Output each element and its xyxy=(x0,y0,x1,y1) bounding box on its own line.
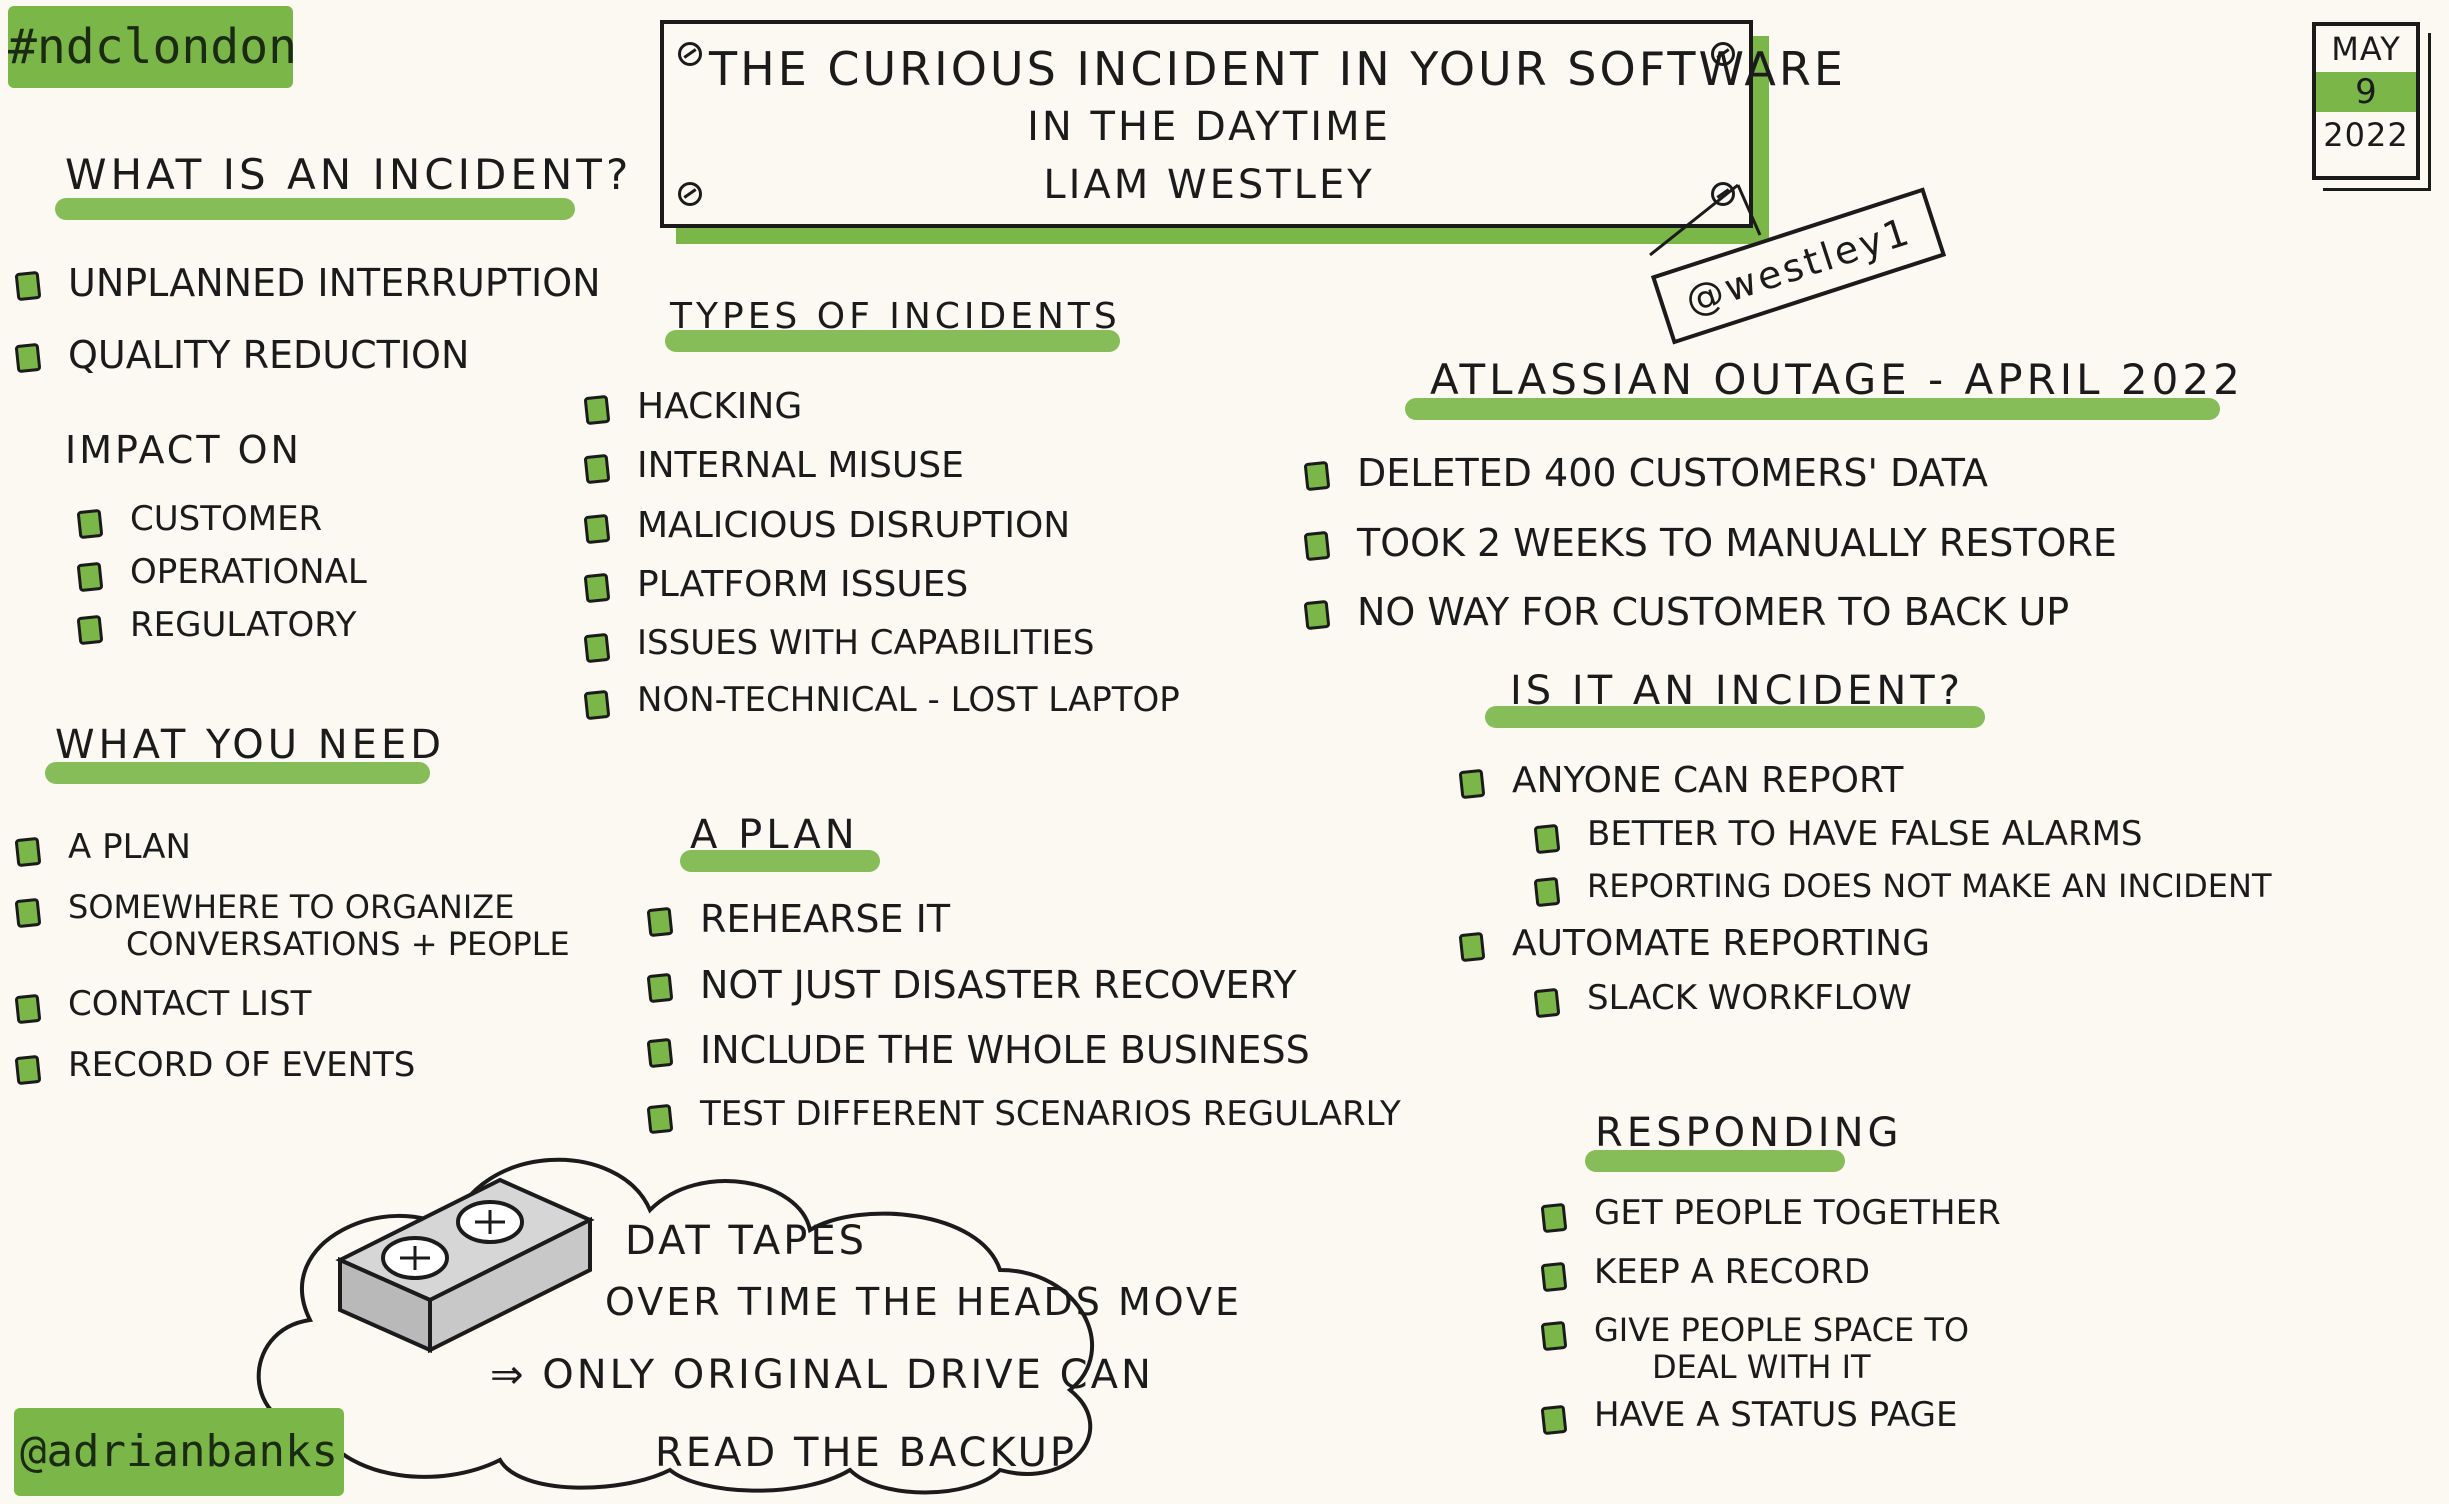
bullet-icon xyxy=(14,342,42,373)
bullet-icon xyxy=(583,572,611,604)
list-responding: GET PEOPLE TOGETHER KEEP A RECORD GIVE P… xyxy=(1540,1193,2001,1435)
bullet-icon xyxy=(583,689,611,720)
bullet-icon xyxy=(1540,1202,1568,1234)
heading-types-of-incidents: TYPES OF INCIDENTS xyxy=(670,296,1121,337)
date-month: MAY xyxy=(2331,30,2401,68)
heading-what-is-incident: WHAT IS AN INCIDENT? xyxy=(65,150,633,199)
bullet-icon xyxy=(1303,530,1331,561)
screw-icon xyxy=(678,42,702,66)
list-item: RECORD OF EVENTS xyxy=(14,1045,570,1085)
list-impact: CUSTOMER OPERATIONAL REGULATORY xyxy=(76,499,367,646)
bullet-icon xyxy=(583,454,611,485)
bullet-icon xyxy=(646,906,674,938)
speaker-name: LIAM WESTLEY xyxy=(1043,162,1375,208)
list-item: HAVE A STATUS PAGE xyxy=(1540,1395,2001,1435)
list-item: ANYONE CAN REPORT xyxy=(1458,760,2271,801)
list-item: BETTER TO HAVE FALSE ALARMS xyxy=(1533,815,2271,855)
heading-what-you-need: WHAT YOU NEED xyxy=(55,722,446,768)
dat-tapes-line3: ⇒ ONLY ORIGINAL DRIVE CAN xyxy=(490,1352,1154,1398)
list-item: REHEARSE IT xyxy=(646,897,1401,942)
list-item: SOMEWHERE TO ORGANIZE xyxy=(14,889,570,929)
list-item: CONTACT LIST xyxy=(14,984,570,1024)
list-item: DELETED 400 CUSTOMERS' DATA xyxy=(1303,451,2117,496)
heading-is-it-incident: IS IT AN INCIDENT? xyxy=(1510,668,1964,714)
list-item: GET PEOPLE TOGETHER xyxy=(1540,1193,2001,1234)
list-item: INCLUDE THE WHOLE BUSINESS xyxy=(646,1029,1401,1073)
list-item: REGULATORY xyxy=(76,606,367,646)
heading-highlight xyxy=(55,198,575,220)
bullet-icon xyxy=(1303,600,1331,631)
list-item: OPERATIONAL xyxy=(76,553,367,593)
list-item: TOOK 2 WEEKS TO MANUALLY RESTORE xyxy=(1303,521,2117,566)
heading-responding: RESPONDING xyxy=(1595,1110,1903,1156)
title-box: THE CURIOUS INCIDENT IN YOUR SOFTWARE IN… xyxy=(660,20,1846,228)
date-day: 9 xyxy=(2316,72,2416,112)
talk-title-line2: IN THE DAYTIME xyxy=(1027,104,1391,150)
bullet-icon xyxy=(1540,1321,1568,1352)
bullet-icon xyxy=(1533,987,1561,1018)
list-item: REPORTING DOES NOT MAKE AN INCIDENT xyxy=(1533,868,2271,908)
bullet-icon xyxy=(1533,877,1561,908)
list-item: INTERNAL MISUSE xyxy=(583,445,1180,486)
bullet-icon xyxy=(646,972,674,1003)
dat-tapes-line4: READ THE BACKUP xyxy=(655,1430,1078,1476)
heading-atlassian-outage: ATLASSIAN OUTAGE - APRIL 2022 xyxy=(1430,355,2244,404)
list-what-you-need: A PLAN SOMEWHERE TO ORGANIZE CONVERSATIO… xyxy=(14,827,570,1085)
bullet-icon xyxy=(14,993,42,1024)
list-atlassian: DELETED 400 CUSTOMERS' DATA TOOK 2 WEEKS… xyxy=(1303,451,2117,635)
list-item: NOT JUST DISASTER RECOVERY xyxy=(646,963,1401,1008)
list-item: DEAL WITH IT xyxy=(1652,1347,1871,1386)
bullet-icon xyxy=(76,508,104,540)
bullet-icon xyxy=(1533,824,1561,855)
list-item: UNPLANNED INTERRUPTION xyxy=(14,261,601,306)
date-year: 2022 xyxy=(2323,116,2409,154)
bullet-icon xyxy=(1303,460,1331,492)
list-item: NON-TECHNICAL - LOST LAPTOP xyxy=(583,680,1180,720)
impact-label: IMPACT ON xyxy=(65,428,302,472)
list-a-plan: REHEARSE IT NOT JUST DISASTER RECOVERY I… xyxy=(646,897,1401,1135)
bullet-icon xyxy=(646,1038,674,1069)
bullet-icon xyxy=(583,394,611,426)
calendar-icon: MAY 9 2022 xyxy=(2312,22,2420,180)
list-item: SLACK WORKFLOW xyxy=(1533,978,2271,1018)
talk-title-line1: THE CURIOUS INCIDENT IN YOUR SOFTWARE xyxy=(709,42,1846,96)
list-is-it-incident: ANYONE CAN REPORT BETTER TO HAVE FALSE A… xyxy=(1458,760,2271,1018)
bullet-icon xyxy=(76,561,104,593)
bullet-icon xyxy=(14,270,42,302)
bullet-icon xyxy=(1540,1404,1568,1435)
dat-tape-icon xyxy=(335,1177,595,1354)
dat-tapes-line2: OVER TIME THE HEADS MOVE xyxy=(605,1280,1242,1324)
bullet-icon xyxy=(14,836,42,868)
bullet-icon xyxy=(14,897,42,929)
list-item: HACKING xyxy=(583,386,1180,427)
list-item: A PLAN xyxy=(14,827,570,868)
bullet-icon xyxy=(583,632,611,663)
bullet-icon xyxy=(14,1054,42,1085)
hashtag-label: #ndclondon xyxy=(8,6,297,88)
list-item: CUSTOMER xyxy=(76,499,367,540)
list-item: PLATFORM ISSUES xyxy=(583,564,1180,605)
list-item: NO WAY FOR CUSTOMER TO BACK UP xyxy=(1303,591,2117,635)
bullet-icon xyxy=(583,513,611,544)
heading-a-plan: A PLAN xyxy=(690,812,859,858)
bullet-icon xyxy=(1458,932,1486,963)
screw-icon xyxy=(678,182,702,206)
bullet-icon xyxy=(76,615,104,646)
list-item: AUTOMATE REPORTING xyxy=(1458,923,2271,964)
list-item: GIVE PEOPLE SPACE TO xyxy=(1540,1312,2001,1352)
list-item: CONVERSATIONS + PEOPLE xyxy=(126,924,570,963)
list-item: QUALITY REDUCTION xyxy=(14,333,601,378)
author-handle-label: @adrianbanks xyxy=(14,1408,344,1496)
list-item: MALICIOUS DISRUPTION xyxy=(583,505,1180,546)
list-what-is-incident: UNPLANNED INTERRUPTION QUALITY REDUCTION xyxy=(14,261,601,378)
bullet-icon xyxy=(1540,1261,1568,1293)
list-item: KEEP A RECORD xyxy=(1540,1253,2001,1293)
list-item: ISSUES WITH CAPABILITIES xyxy=(583,623,1180,663)
bullet-icon xyxy=(1458,768,1486,800)
list-types-of-incidents: HACKING INTERNAL MISUSE MALICIOUS DISRUP… xyxy=(583,386,1180,720)
dat-tapes-title: DAT TAPES xyxy=(625,1218,867,1264)
